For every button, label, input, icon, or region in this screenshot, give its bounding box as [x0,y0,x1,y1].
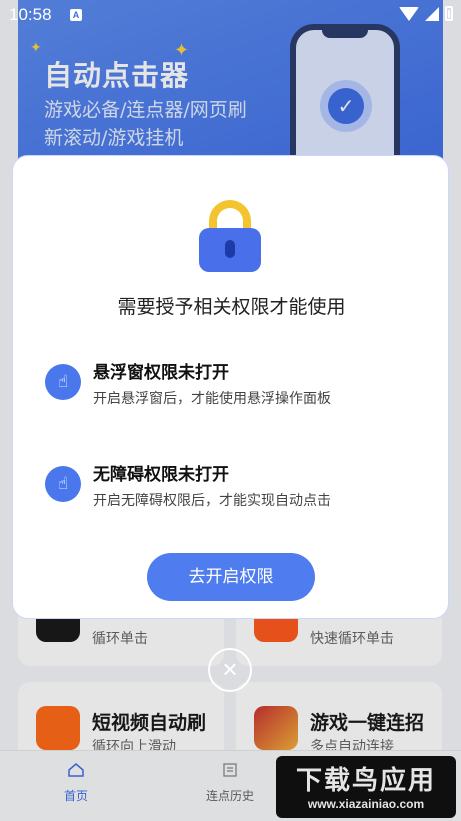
close-dialog-icon[interactable]: × [208,648,252,692]
status-bar: 10:58 A [0,0,461,30]
signal-icon [425,6,439,21]
permission-item-accessibility: ☝ 无障碍权限未打开 开启无障碍权限后，才能实现自动点击 [45,460,425,520]
permission-desc: 开启悬浮窗后，才能使用悬浮操作面板 [93,391,331,407]
permission-title: 悬浮窗权限未打开 [93,363,229,383]
wifi-icon [399,6,419,21]
lock-icon [199,200,261,272]
tap-hand-icon: ☝ [45,364,81,400]
notification-icon: A [70,9,82,21]
battery-icon [445,6,453,21]
status-time: 10:58 [9,5,52,24]
grant-permission-button[interactable]: 去开启权限 [147,553,315,601]
permission-desc: 开启无障碍权限后，才能实现自动点击 [93,493,331,509]
permission-dialog: 需要授予相关权限才能使用 ☝ 悬浮窗权限未打开 开启悬浮窗后，才能使用悬浮操作面… [12,155,449,619]
tap-hand-icon: ☝ [45,466,81,502]
permission-title: 无障碍权限未打开 [93,465,229,485]
dialog-title: 需要授予相关权限才能使用 [117,296,346,318]
permission-item-overlay: ☝ 悬浮窗权限未打开 开启悬浮窗后，才能使用悬浮操作面板 [45,358,425,418]
